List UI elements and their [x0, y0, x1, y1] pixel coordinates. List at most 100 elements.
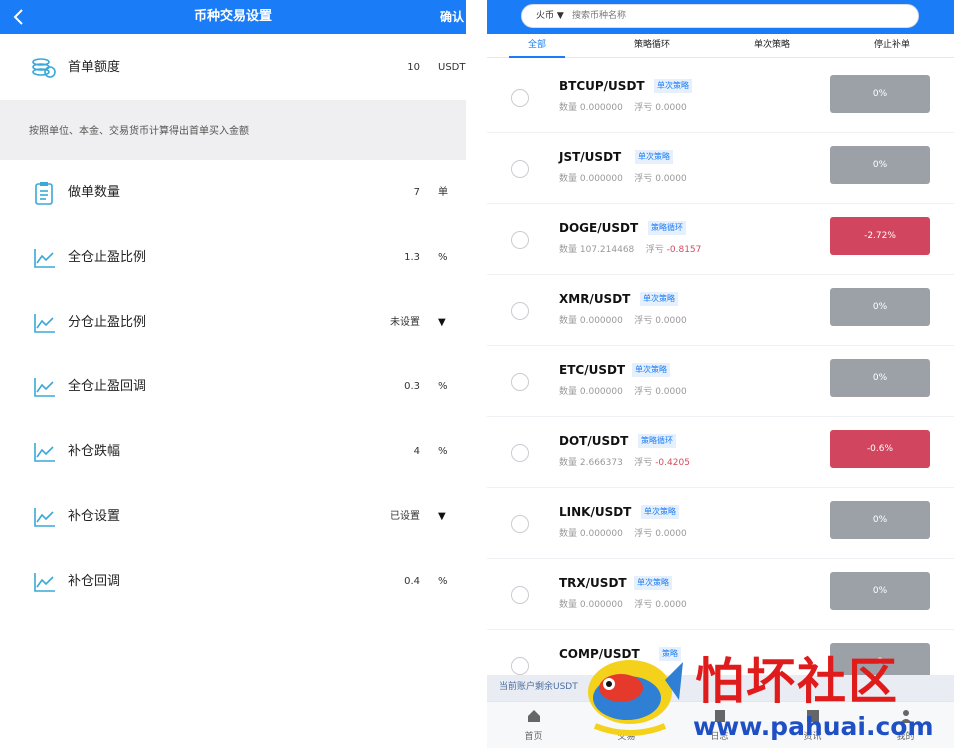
qty-value: 0.000000 [579, 600, 623, 610]
qty-value: 107.214468 [579, 245, 635, 255]
pnl-value: 0.0000 [655, 387, 687, 397]
search-placeholder: 搜索币种名称 [572, 11, 627, 21]
setting-row[interactable]: 分仓止盈比例 未设置 ▼ [0, 298, 466, 348]
qty-value: 0.000000 [579, 529, 623, 539]
hint-text: 按照单位、本金、交易货币计算得出首单买入金额 [29, 126, 249, 137]
setting-label: 补仓设置 [68, 509, 121, 524]
pnl-percent-button[interactable]: 0% [830, 288, 930, 326]
coin-pair: JST/USDT [559, 150, 622, 164]
strategy-badge: 策略循环 [648, 221, 686, 235]
coin-row[interactable]: XMR/USDT 单次策略 数量 0.000000 浮亏 0.0000 0% [487, 275, 954, 346]
setting-row[interactable]: 补仓回调 0.4% [0, 557, 466, 607]
setting-value[interactable]: 10 [407, 43, 420, 93]
search-header: 火币 ▼ 搜索币种名称 [487, 0, 954, 34]
setting-row[interactable]: 全仓止盈回调 0.3% [0, 362, 466, 412]
qty-label: 数量 [559, 529, 578, 539]
qty-value: 0.000000 [579, 103, 623, 113]
confirm-button[interactable]: 确认 [440, 0, 464, 34]
clipboard-icon [35, 182, 53, 205]
pnl-percent-button[interactable]: 0% [830, 75, 930, 113]
coin-list-panel: 火币 ▼ 搜索币种名称 全部 策略循环 单次策略 停止补单 BTCUP/USDT… [487, 0, 954, 748]
tab-single-strategy[interactable]: 单次策略 [737, 34, 807, 58]
select-radio[interactable] [511, 231, 529, 249]
setting-label: 做单数量 [68, 185, 121, 200]
setting-row[interactable]: 首单额度 10 USDT [0, 43, 466, 93]
nav-item-home[interactable]: 首页 [487, 702, 580, 748]
setting-row[interactable]: 全仓止盈比例 1.3% [0, 233, 466, 283]
select-radio[interactable] [511, 373, 529, 391]
chart-line-icon [34, 508, 55, 527]
setting-unit: % [438, 252, 448, 263]
setting-row[interactable]: 做单数量 7 单 [0, 168, 466, 218]
coin-row[interactable]: ETC/USDT 单次策略 数量 0.000000 浮亏 0.0000 0% [487, 346, 954, 417]
select-radio[interactable] [511, 160, 529, 178]
strategy-badge: 单次策略 [654, 79, 692, 93]
setting-value[interactable]: 7 [414, 168, 420, 218]
pnl-percent-button[interactable]: -2.72% [830, 217, 930, 255]
tab-stop-replenish[interactable]: 停止补单 [857, 34, 927, 58]
dropdown-caret-icon[interactable]: ▼ [438, 492, 446, 542]
select-radio[interactable] [511, 657, 529, 675]
coin-pair: TRX/USDT [559, 576, 627, 590]
back-arrow-icon[interactable] [10, 7, 30, 27]
coin-row[interactable]: LINK/USDT 单次策略 数量 0.000000 浮亏 0.0000 0% [487, 488, 954, 559]
watermark: 怕坏社区 www.pahuai.com [575, 640, 954, 748]
pnl-percent-button[interactable]: 0% [830, 146, 930, 184]
tab-all[interactable]: 全部 [509, 34, 565, 58]
select-radio[interactable] [511, 302, 529, 320]
coin-row[interactable]: DOT/USDT 策略循环 数量 2.666373 浮亏 -0.4205 -0.6% [487, 417, 954, 488]
setting-row[interactable]: 补仓跌幅 4% [0, 427, 466, 477]
pnl-percent-button[interactable]: 0% [830, 572, 930, 610]
pnl-label: 浮亏 [634, 458, 653, 468]
setting-label: 全仓止盈回调 [68, 379, 147, 394]
pnl-label: 浮亏 [634, 529, 653, 539]
coin-row[interactable]: BTCUP/USDT 单次策略 数量 0.000000 浮亏 0.0000 0% [487, 62, 954, 133]
setting-value[interactable]: 1.3 [404, 233, 420, 283]
coin-pair: DOGE/USDT [559, 221, 639, 235]
pnl-percent-button[interactable]: -0.6% [830, 430, 930, 468]
qty-value: 0.000000 [579, 174, 623, 184]
setting-value[interactable]: 4 [414, 427, 420, 477]
select-radio[interactable] [511, 444, 529, 462]
pnl-value: -0.8157 [666, 245, 702, 255]
qty-label: 数量 [559, 245, 578, 255]
coin-row[interactable]: JST/USDT 单次策略 数量 0.000000 浮亏 0.0000 0% [487, 133, 954, 204]
tab-strategy-loop[interactable]: 策略循环 [617, 34, 687, 58]
strategy-badge: 单次策略 [635, 150, 673, 164]
setting-value[interactable]: 0.4 [404, 557, 420, 607]
panel-gap [466, 0, 487, 748]
pnl-label: 浮亏 [645, 245, 664, 255]
pnl-value: 0.0000 [655, 600, 687, 610]
setting-value[interactable]: 未设置 [390, 298, 420, 348]
exchange-select[interactable]: 火币 ▼ [536, 5, 564, 27]
setting-unit: % [438, 446, 448, 457]
qty-value: 0.000000 [579, 316, 623, 326]
pnl-percent-button[interactable]: 0% [830, 501, 930, 539]
coins-icon [32, 58, 56, 78]
nav-label: 首页 [524, 732, 543, 742]
pnl-value: 0.0000 [655, 103, 687, 113]
setting-row[interactable]: 补仓设置 已设置 ▼ [0, 492, 466, 542]
qty-label: 数量 [559, 387, 578, 397]
select-radio[interactable] [511, 586, 529, 604]
coin-row[interactable]: TRX/USDT 单次策略 数量 0.000000 浮亏 0.0000 0% [487, 559, 954, 630]
settings-panel: 币种交易设置 确认 首单额度 10 USDT 做单数量 7 单全仓止盈比例 1.3% 分仓止盈… [0, 0, 466, 748]
setting-unit: USDT [438, 62, 466, 73]
select-radio[interactable] [511, 89, 529, 107]
qty-label: 数量 [559, 174, 578, 184]
setting-value[interactable]: 已设置 [390, 492, 420, 542]
strategy-badge: 单次策略 [641, 505, 679, 519]
coin-row[interactable]: DOGE/USDT 策略循环数量 107.214468 浮亏 -0.8157 -2.… [487, 204, 954, 275]
chart-line-icon [34, 378, 55, 397]
select-radio[interactable] [511, 515, 529, 533]
qty-value: 0.000000 [579, 387, 623, 397]
pnl-label: 浮亏 [634, 103, 653, 113]
setting-label: 首单额度 [68, 60, 121, 75]
watermark-url: www.pahuai.com [693, 712, 934, 741]
pnl-percent-button[interactable]: 0% [830, 359, 930, 397]
chart-line-icon [34, 249, 55, 268]
setting-value[interactable]: 0.3 [404, 362, 420, 412]
dropdown-caret-icon[interactable]: ▼ [438, 298, 446, 348]
search-input[interactable]: 火币 ▼ 搜索币种名称 [521, 4, 919, 28]
setting-unit: % [438, 381, 448, 392]
